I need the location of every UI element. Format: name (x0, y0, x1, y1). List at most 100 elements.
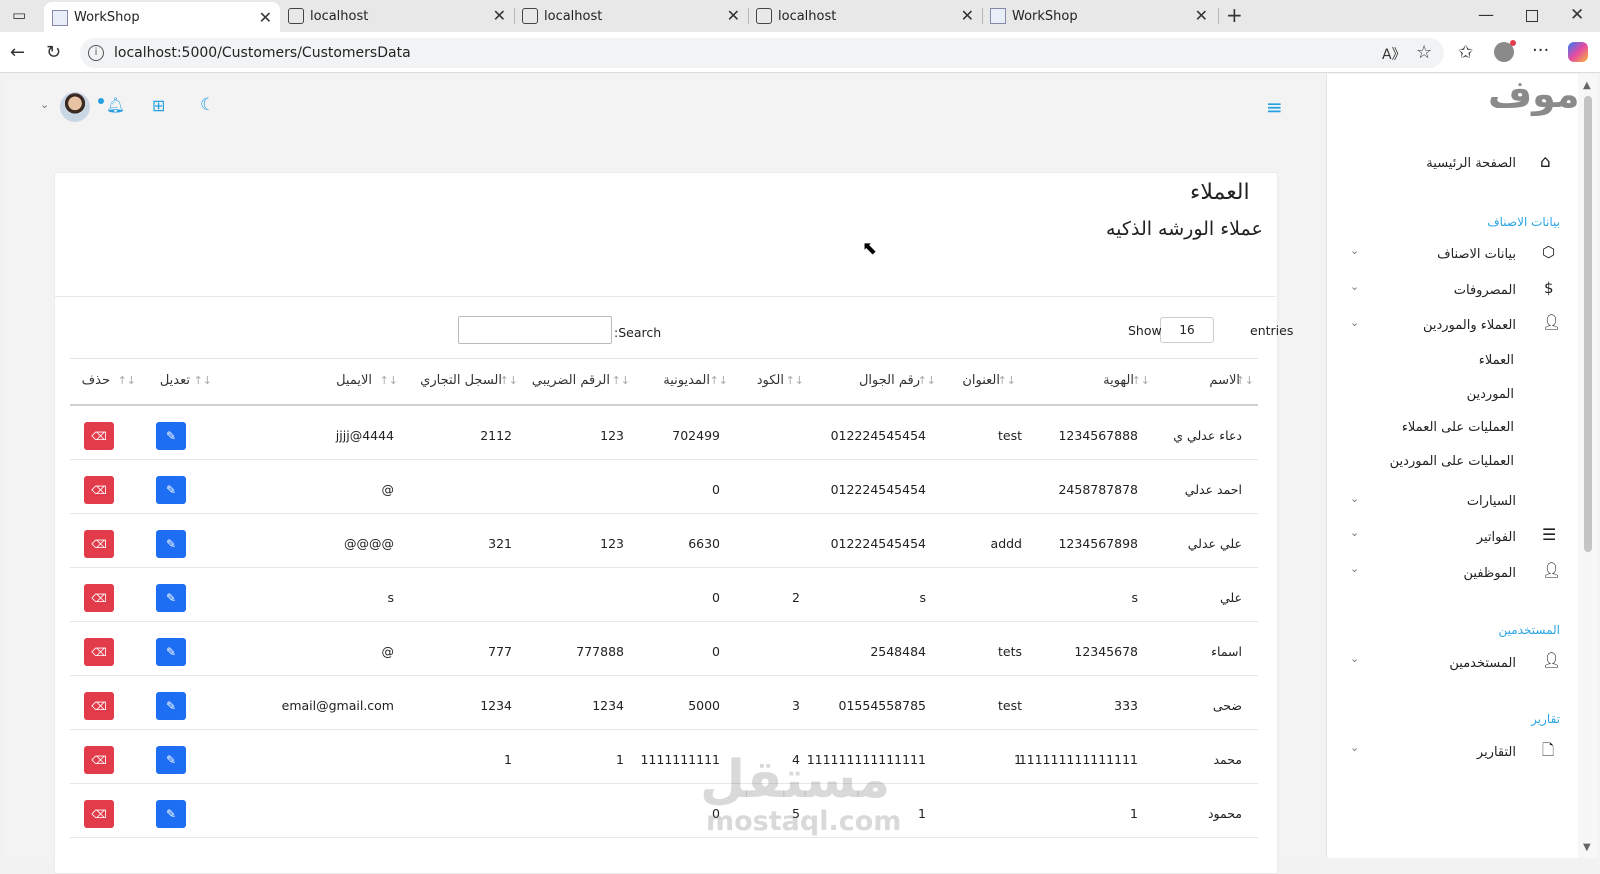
chevron-down-icon[interactable]: ⌄ (1350, 492, 1359, 505)
sort-icon[interactable]: ↑↓ (998, 374, 1016, 387)
sidebar-item-reports[interactable]: التقارير (1477, 745, 1516, 760)
sort-icon[interactable]: ↑↓ (500, 374, 518, 387)
delete-button[interactable]: ⌫ (84, 530, 114, 558)
avatar[interactable] (60, 92, 90, 122)
sidebar-subitem-customer-operations[interactable]: العمليات على العملاء (1402, 420, 1514, 435)
edit-button[interactable]: ✎ (156, 800, 186, 828)
entries-select[interactable]: 16 (1160, 317, 1214, 343)
user-icon: 👤︎ (1542, 651, 1562, 669)
sidebar-item-employees[interactable]: الموظفين (1463, 566, 1516, 581)
sidebar-item-invoices[interactable]: الفواتير (1477, 530, 1516, 545)
more-options-icon[interactable]: ··· (1532, 40, 1549, 61)
close-tab-icon[interactable]: ✕ (961, 6, 974, 25)
browser-tab-localhost-3[interactable]: localhost ✕ (748, 0, 982, 32)
delete-button[interactable]: ⌫ (84, 800, 114, 828)
sort-icon[interactable]: ↑↓ (1236, 374, 1254, 387)
column-header-address[interactable]: العنوان (962, 373, 1000, 388)
row-divider (70, 459, 1258, 460)
browser-tab-workshop-2[interactable]: WorkShop ✕ (982, 0, 1216, 32)
chevron-down-icon[interactable]: ⌄ (1350, 244, 1359, 257)
profile-dropdown-icon[interactable]: ⌄ (40, 98, 49, 111)
favorites-icon[interactable]: ✩ (1458, 42, 1473, 63)
sidebar-item-home[interactable]: الصفحة الرئيسية (1426, 156, 1516, 171)
close-tab-icon[interactable]: ✕ (727, 6, 740, 25)
sidebar-subitem-customers[interactable]: العملاء (1479, 353, 1514, 368)
chevron-down-icon[interactable]: ⌄ (1350, 526, 1359, 539)
sort-icon[interactable]: ↑↓ (612, 374, 630, 387)
delete-button[interactable]: ⌫ (84, 638, 114, 666)
column-header-commercial-register[interactable]: السجل التجاري (420, 373, 502, 388)
delete-button[interactable]: ⌫ (84, 584, 114, 612)
close-window-icon[interactable]: ✕ (1570, 5, 1584, 25)
sort-icon[interactable]: ↑↓ (194, 374, 212, 387)
chevron-down-icon[interactable]: ⌄ (1350, 562, 1359, 575)
column-header-edit[interactable]: تعديل (160, 373, 190, 388)
cell-address: addd (990, 536, 1022, 551)
column-header-email[interactable]: الايميل (336, 373, 372, 388)
browser-tab-localhost-2[interactable]: localhost ✕ (514, 0, 748, 32)
moon-icon[interactable]: ☾ (200, 95, 215, 115)
column-header-delete[interactable]: حذف (82, 373, 110, 388)
sidebar-subitem-supplier-operations[interactable]: العمليات على الموردين (1390, 454, 1514, 469)
reload-icon[interactable]: ↻ (46, 42, 61, 63)
chevron-down-icon[interactable]: ⌄ (1350, 316, 1359, 329)
back-icon[interactable]: ← (10, 42, 25, 63)
column-header-tax-number[interactable]: الرقم الضريبي (532, 373, 610, 388)
logo[interactable]: موف (1488, 72, 1580, 116)
sort-icon[interactable]: ↑↓ (786, 374, 804, 387)
chevron-down-icon[interactable]: ⌄ (1350, 652, 1359, 665)
sort-icon[interactable]: ↑↓ (710, 374, 728, 387)
edit-button[interactable]: ✎ (156, 584, 186, 612)
sidebar-item-expenses[interactable]: المصروفات (1454, 283, 1516, 298)
column-header-debt[interactable]: المديونية (663, 373, 710, 388)
column-header-id[interactable]: الهوية (1103, 373, 1134, 388)
delete-button[interactable]: ⌫ (84, 692, 114, 720)
search-input[interactable] (458, 316, 612, 344)
edit-button[interactable]: ✎ (156, 476, 186, 504)
favorite-star-icon[interactable]: ☆ (1416, 42, 1432, 63)
home-icon[interactable]: ⌂ (1540, 152, 1551, 172)
close-tab-icon[interactable]: ✕ (1195, 6, 1208, 25)
scrollbar-thumb[interactable] (1584, 96, 1592, 552)
edit-button[interactable]: ✎ (156, 746, 186, 774)
sort-icon[interactable]: ↑↓ (118, 374, 136, 387)
sidebar-item-cars[interactable]: السيارات (1467, 494, 1516, 509)
edit-button[interactable]: ✎ (156, 530, 186, 558)
sidebar-item-customers-suppliers[interactable]: العملاء والموردين (1423, 318, 1516, 333)
column-header-mobile[interactable]: رقم الجوال (859, 373, 920, 388)
chevron-down-icon[interactable]: ⌄ (1350, 741, 1359, 754)
sidebar-item-users[interactable]: المستخدمين (1449, 656, 1516, 671)
chevron-down-icon[interactable]: ⌄ (1350, 280, 1359, 293)
bell-icon[interactable]: 🔔︎ (106, 96, 125, 114)
scroll-down-icon[interactable]: ▼ (1583, 842, 1591, 853)
grid-icon[interactable]: ⊞ (152, 96, 165, 115)
tab-actions-icon[interactable]: ▭ (12, 6, 26, 24)
scroll-up-icon[interactable]: ▲ (1583, 80, 1591, 91)
restore-icon[interactable] (1526, 10, 1538, 22)
edit-button[interactable]: ✎ (156, 638, 186, 666)
close-tab-icon[interactable]: ✕ (493, 6, 506, 25)
edit-button[interactable]: ✎ (156, 422, 186, 450)
sort-icon[interactable]: ↑↓ (918, 374, 936, 387)
url-text[interactable]: localhost:5000/Customers/CustomersData (114, 45, 411, 61)
close-tab-icon[interactable]: ✕ (259, 8, 272, 27)
column-header-code[interactable]: الكود (757, 373, 784, 388)
sort-icon[interactable]: ↑↓ (1132, 374, 1150, 387)
sidebar-item-products[interactable]: بيانات الاصناف (1437, 247, 1516, 262)
cell-commercial-register: 1 (504, 752, 512, 767)
hamburger-menu-icon[interactable]: ≡ (1266, 95, 1283, 119)
new-tab-button[interactable]: + (1226, 3, 1243, 27)
delete-button[interactable]: ⌫ (84, 476, 114, 504)
browser-tab-workshop[interactable]: WorkShop ✕ (44, 2, 280, 32)
browser-tab-localhost-1[interactable]: localhost ✕ (280, 0, 514, 32)
copilot-icon[interactable] (1568, 42, 1588, 62)
edit-button[interactable]: ✎ (156, 692, 186, 720)
sidebar-subitem-suppliers[interactable]: الموردين (1467, 387, 1514, 402)
read-aloud-icon[interactable]: A》 (1382, 44, 1406, 64)
minimize-icon[interactable]: — (1478, 5, 1494, 24)
delete-button[interactable]: ⌫ (84, 422, 114, 450)
sort-icon[interactable]: ↑↓ (380, 374, 398, 387)
delete-button[interactable]: ⌫ (84, 746, 114, 774)
row-divider (70, 513, 1258, 514)
site-info-icon[interactable]: i (88, 45, 104, 61)
